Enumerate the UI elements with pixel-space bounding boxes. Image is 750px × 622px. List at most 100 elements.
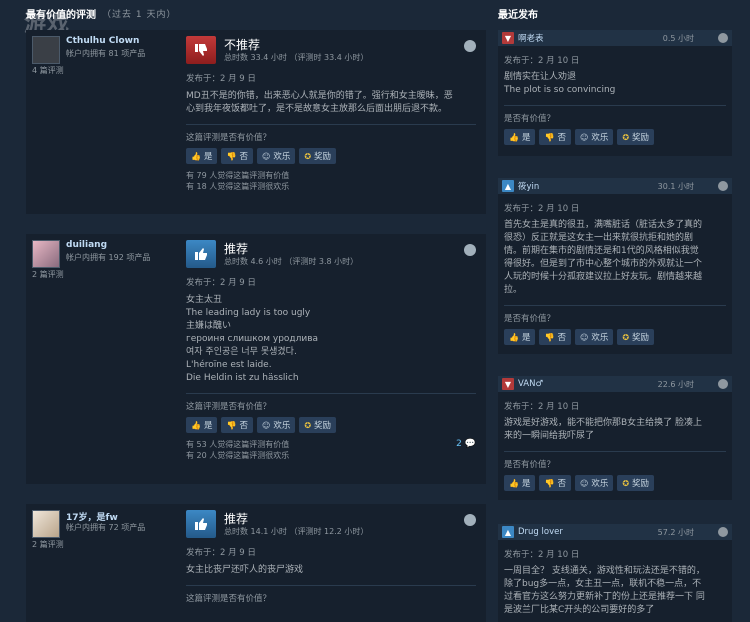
- author-name[interactable]: duiliang: [66, 240, 107, 250]
- vote-no-button[interactable]: 👎 否: [221, 148, 253, 164]
- content-line: The plot is so convincing: [504, 85, 616, 95]
- button-label: 欢乐: [591, 133, 609, 143]
- content-line: 여자 주인공은 너무 못생겼다.: [186, 347, 297, 357]
- review-posted-date: 发布于：2 月 9 日: [186, 278, 256, 288]
- avatar[interactable]: [32, 510, 60, 538]
- award-button[interactable]: ✪ 奖励: [299, 417, 337, 433]
- review-posted-date: 发布于：2 月 9 日: [186, 548, 256, 558]
- award-icon: ✪: [622, 332, 630, 342]
- avatar[interactable]: [32, 240, 60, 268]
- author-products: 帐户内拥有 192 项产品: [66, 253, 151, 262]
- review-hours: 30.1 小时: [657, 181, 694, 191]
- steam-icon: [718, 379, 728, 389]
- recent-column: 最近发布 ▼ 啊老表 0.5 小时 发布于：2 月 10 日 剧情实在让人劝退 …: [498, 0, 732, 622]
- vote-funny-button[interactable]: ☺ 欢乐: [574, 129, 614, 145]
- author-review-count[interactable]: 4 篇评测: [32, 65, 64, 76]
- content-line: 拉。: [504, 285, 523, 295]
- recent-review-card: ▲ Drug lover 57.2 小时 发布于：2 月 10 日 一周目全？ …: [498, 524, 732, 622]
- author-review-count[interactable]: 2 篇评测: [32, 539, 64, 550]
- review-author[interactable]: Cthulhu Clown 帐户内拥有 81 项产品 4 篇评测: [32, 36, 182, 75]
- award-icon: ✪: [622, 132, 630, 142]
- wrench-icon: [718, 33, 728, 43]
- vote-funny-button[interactable]: ☺ 欢乐: [574, 475, 614, 491]
- button-label: 欢乐: [273, 152, 291, 162]
- review-author[interactable]: 17岁，是fw 帐户内拥有 72 项产品 2 篇评测: [32, 510, 182, 549]
- helpful-question: 是否有价值？: [504, 114, 556, 124]
- vote-yes-button[interactable]: 👍 是: [504, 329, 536, 345]
- award-button[interactable]: ✪ 奖励: [617, 129, 655, 145]
- author-name[interactable]: VAN♂: [518, 379, 654, 389]
- section-title: 最近发布: [498, 9, 538, 21]
- review-content: 首先女主是真的很丑，满嘴脏话（脏话太多了真的 很恐）反正就是这女主一出来就很抗拒…: [504, 219, 726, 297]
- helpful-question: 这篇评测是否有价值？: [186, 594, 272, 604]
- content-line: 人玩的时候十分孤寂建议拉上好友玩。剧情越来越: [504, 272, 703, 282]
- review-verdict[interactable]: 推荐: [224, 240, 248, 257]
- thumbs-down-icon: ▼: [502, 378, 514, 390]
- button-label: 奖励: [632, 479, 650, 489]
- review-hours: 总时数 4.6 小时 （评测时 3.8 小时）: [224, 257, 359, 266]
- review-hours: 57.2 小时: [657, 527, 694, 537]
- thumbs-down-icon: 👎: [544, 132, 555, 142]
- button-label: 是: [521, 479, 531, 489]
- comment-count-value: 2: [456, 439, 462, 449]
- vote-yes-button[interactable]: 👍 是: [186, 417, 218, 433]
- thumbs-up-icon: 👍: [191, 420, 201, 430]
- vote-no-button[interactable]: 👎 否: [539, 329, 571, 345]
- helpful-question: 是否有价值？: [504, 460, 556, 470]
- avatar[interactable]: [32, 36, 60, 64]
- smile-icon: ☺: [579, 132, 589, 142]
- vote-no-button[interactable]: 👎 否: [539, 475, 571, 491]
- author-name[interactable]: 筱yin: [518, 180, 654, 192]
- award-icon: ✪: [304, 151, 312, 161]
- button-label: 是: [203, 152, 213, 162]
- content-line: 主嫌は醜い: [186, 321, 232, 331]
- content-line: 剧情实在让人劝退: [504, 72, 577, 82]
- vote-no-button[interactable]: 👎 否: [539, 129, 571, 145]
- thumbs-down-icon: [186, 36, 216, 64]
- content-line: The leading lady is too ugly: [186, 308, 311, 318]
- content-line: Die Heldin ist zu hässlich: [186, 373, 299, 383]
- vote-yes-button[interactable]: 👍 是: [186, 148, 218, 164]
- comment-icon: 💬: [464, 439, 476, 449]
- steam-icon: [718, 527, 728, 537]
- review-content: MD丑不是的你错，出来恶心人就是你的错了。强行和女主暧昧，恶 心到我年夜饭都吐了…: [186, 90, 476, 116]
- author-name[interactable]: 啊老表: [518, 32, 659, 44]
- author-name[interactable]: Cthulhu Clown: [66, 36, 139, 46]
- vote-yes-button[interactable]: 👍 是: [504, 475, 536, 491]
- recent-header: 最近发布: [498, 0, 732, 26]
- button-label: 欢乐: [273, 421, 291, 431]
- smile-icon: ☺: [579, 332, 589, 342]
- helpful-count: 有 53 人觉得这篇评测有价值: [186, 440, 290, 449]
- section-title: 最有价值的评测: [26, 9, 96, 21]
- vote-yes-button[interactable]: 👍 是: [504, 129, 536, 145]
- thumbs-up-icon: 👍: [509, 478, 519, 488]
- award-button[interactable]: ✪ 奖励: [299, 148, 337, 164]
- content-line: 情。前期在集市的剧情还是和1代的风格相似我觉: [504, 246, 699, 256]
- award-button[interactable]: ✪ 奖励: [617, 329, 655, 345]
- most-helpful-header: 最有价值的评测 （过去 1 天内）: [26, 0, 486, 26]
- review-card: Cthulhu Clown 帐户内拥有 81 项产品 4 篇评测 不推荐 总时数…: [26, 30, 486, 214]
- thumbs-down-icon: 👎: [544, 332, 555, 342]
- vote-no-button[interactable]: 👎 否: [221, 417, 253, 433]
- review-posted-date: 发布于：2 月 10 日: [504, 204, 580, 214]
- button-label: 否: [557, 133, 566, 143]
- vote-funny-button[interactable]: ☺ 欢乐: [574, 329, 614, 345]
- award-button[interactable]: ✪ 奖励: [617, 475, 655, 491]
- smile-icon: ☺: [261, 420, 271, 430]
- vote-funny-button[interactable]: ☺ 欢乐: [256, 417, 296, 433]
- steam-icon: [464, 40, 476, 52]
- author-review-count[interactable]: 2 篇评测: [32, 269, 64, 280]
- author-name[interactable]: Drug lover: [518, 527, 654, 537]
- review-verdict[interactable]: 推荐: [224, 510, 248, 527]
- content-line: 首先女主是真的很丑，满嘴脏话（脏话太多了真的: [504, 220, 703, 230]
- content-line: MD丑不是的你错，出来恶心人就是你的错了。强行和女主暧昧，恶: [186, 91, 453, 101]
- smile-icon: ☺: [579, 478, 589, 488]
- funny-count: 有 20 人觉得这篇评测很欢乐: [186, 451, 290, 460]
- vote-funny-button[interactable]: ☺ 欢乐: [256, 148, 296, 164]
- button-label: 否: [557, 479, 566, 489]
- thumbs-up-icon: [186, 510, 216, 538]
- review-author[interactable]: duiliang 帐户内拥有 192 项产品 2 篇评测: [32, 240, 182, 279]
- review-hours: 22.6 小时: [657, 379, 694, 389]
- review-verdict[interactable]: 不推荐: [224, 36, 260, 53]
- comment-count[interactable]: 2 💬: [456, 439, 476, 449]
